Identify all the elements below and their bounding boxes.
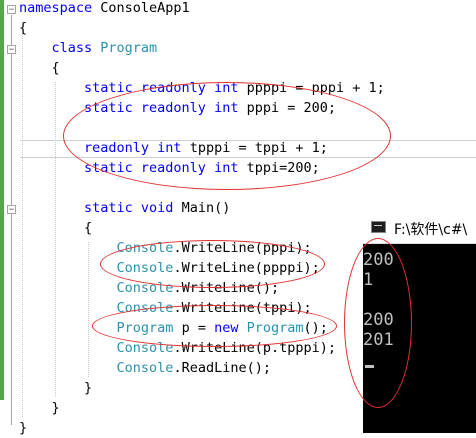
code-token: .ReadLine();	[173, 360, 271, 376]
code-line[interactable]: }	[19, 378, 92, 398]
code-token: {	[19, 20, 28, 36]
fold-line	[11, 15, 12, 425]
annotation-ellipse-console	[344, 238, 412, 408]
code-token: }	[19, 380, 93, 396]
code-line[interactable]: }	[19, 398, 60, 418]
console-title: F:\软件\c#\	[394, 222, 468, 238]
code-token: {	[19, 220, 93, 236]
type-token: Console	[19, 360, 174, 376]
code-line[interactable]: {	[19, 218, 92, 238]
fold-namespace-icon[interactable]: −	[7, 5, 16, 15]
fold-class-icon[interactable]: −	[7, 45, 16, 55]
keyword-token: class	[19, 40, 101, 56]
fold-method-icon[interactable]: −	[7, 205, 16, 215]
annotation-ellipse-writeline	[100, 240, 325, 288]
code-token: }	[19, 420, 28, 436]
keyword-token: static void	[19, 200, 174, 216]
keyword-token: namespace	[19, 0, 93, 16]
code-line[interactable]: {	[19, 18, 27, 38]
annotation-ellipse-fields	[63, 82, 391, 190]
change-marker	[0, 0, 4, 400]
type-token: Program	[100, 40, 158, 56]
code-line[interactable]: namespace ConsoleApp1	[19, 0, 190, 18]
annotation-ellipse-new-program	[92, 305, 337, 347]
console-app-icon	[371, 221, 386, 233]
code-token: Main()	[173, 200, 231, 216]
code-line[interactable]: static void Main()	[19, 198, 230, 218]
code-line[interactable]: }	[19, 418, 27, 438]
code-line[interactable]: Console.ReadLine();	[19, 358, 271, 378]
code-token: ConsoleApp1	[92, 0, 190, 16]
code-token: {	[19, 60, 60, 76]
fold-symbol: −	[8, 45, 15, 55]
code-token: }	[19, 400, 60, 416]
fold-symbol: −	[8, 205, 15, 215]
code-line[interactable]: class Program	[19, 38, 158, 58]
code-line[interactable]: {	[19, 58, 60, 78]
fold-symbol: −	[8, 5, 15, 15]
